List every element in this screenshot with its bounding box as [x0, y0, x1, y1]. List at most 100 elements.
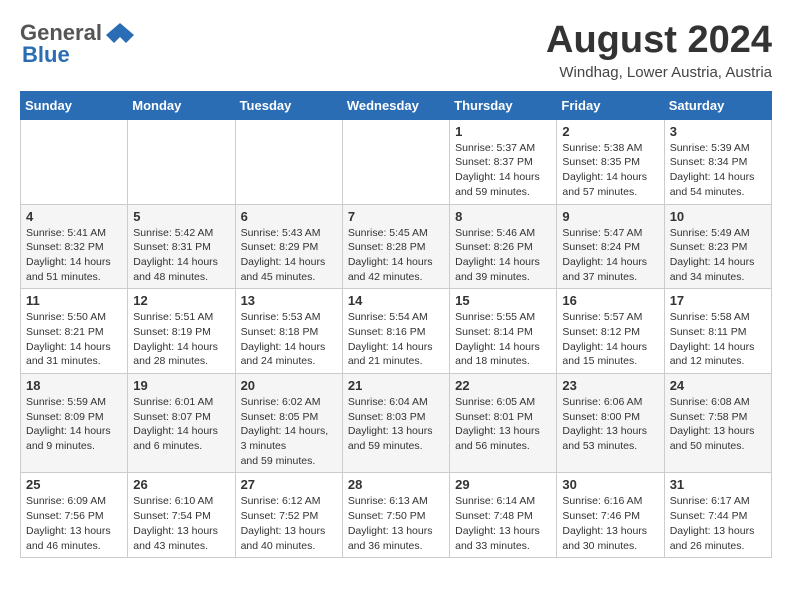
day-number: 12 [133, 293, 229, 308]
calendar-cell: 6 Sunrise: 5:43 AMSunset: 8:29 PMDaylight… [235, 204, 342, 289]
cell-content: Sunrise: 5:42 AMSunset: 8:31 PMDaylight:… [133, 226, 229, 285]
day-number: 14 [348, 293, 444, 308]
calendar-cell: 30 Sunrise: 6:16 AMSunset: 7:46 PMDayligh… [557, 473, 664, 558]
calendar-week-row: 18 Sunrise: 5:59 AMSunset: 8:09 PMDayligh… [21, 374, 772, 473]
day-number: 23 [562, 378, 658, 393]
day-number: 6 [241, 209, 337, 224]
calendar-cell: 29Sunrise: 6:14 AMSunset: 7:48 PMDayligh… [450, 473, 557, 558]
cell-content: Sunrise: 6:10 AMSunset: 7:54 PMDaylight:… [133, 494, 229, 553]
logo: General Blue [20, 20, 134, 68]
day-number: 2 [562, 124, 658, 139]
day-number: 19 [133, 378, 229, 393]
calendar-cell: 19 Sunrise: 6:01 AMSunset: 8:07 PMDayligh… [128, 374, 235, 473]
cell-content: Sunrise: 5:50 AMSunset: 8:21 PMDaylight:… [26, 310, 122, 369]
day-number: 1 [455, 124, 551, 139]
calendar-week-row: 25 Sunrise: 6:09 AMSunset: 7:56 PMDayligh… [21, 473, 772, 558]
calendar-cell: 28 Sunrise: 6:13 AMSunset: 7:50 PMDayligh… [342, 473, 449, 558]
day-number: 25 [26, 477, 122, 492]
cell-content: Sunrise: 5:37 AMSunset: 8:37 PMDaylight:… [455, 141, 551, 200]
calendar-cell: 25 Sunrise: 6:09 AMSunset: 7:56 PMDayligh… [21, 473, 128, 558]
cell-content: Sunrise: 5:58 AMSunset: 8:11 PMDaylight:… [670, 310, 766, 369]
calendar-cell: 3 Sunrise: 5:39 AMSunset: 8:34 PMDaylight… [664, 119, 771, 204]
day-of-week-header: Monday [128, 91, 235, 119]
logo-blue-text: Blue [22, 42, 70, 68]
calendar-cell: 27Sunrise: 6:12 AMSunset: 7:52 PMDayligh… [235, 473, 342, 558]
calendar-cell: 10Sunrise: 5:49 AMSunset: 8:23 PMDayligh… [664, 204, 771, 289]
calendar-cell: 20 Sunrise: 6:02 AMSunset: 8:05 PMDayligh… [235, 374, 342, 473]
calendar-cell: 21 Sunrise: 6:04 AMSunset: 8:03 PMDayligh… [342, 374, 449, 473]
location-subtitle: Windhag, Lower Austria, Austria [546, 64, 772, 81]
day-number: 8 [455, 209, 551, 224]
cell-content: Sunrise: 5:46 AMSunset: 8:26 PMDaylight:… [455, 226, 551, 285]
day-number: 11 [26, 293, 122, 308]
cell-content: Sunrise: 5:39 AMSunset: 8:34 PMDaylight:… [670, 141, 766, 200]
day-number: 9 [562, 209, 658, 224]
cell-content: Sunrise: 6:02 AMSunset: 8:05 PMDaylight:… [241, 395, 337, 468]
cell-content: Sunrise: 5:47 AMSunset: 8:24 PMDaylight:… [562, 226, 658, 285]
calendar-cell: 16Sunrise: 5:57 AMSunset: 8:12 PMDayligh… [557, 289, 664, 374]
cell-content: Sunrise: 5:45 AMSunset: 8:28 PMDaylight:… [348, 226, 444, 285]
day-number: 22 [455, 378, 551, 393]
calendar-cell: 17 Sunrise: 5:58 AMSunset: 8:11 PMDayligh… [664, 289, 771, 374]
day-number: 20 [241, 378, 337, 393]
day-number: 18 [26, 378, 122, 393]
calendar-cell: 22 Sunrise: 6:05 AMSunset: 8:01 PMDayligh… [450, 374, 557, 473]
calendar-cell: 18 Sunrise: 5:59 AMSunset: 8:09 PMDayligh… [21, 374, 128, 473]
calendar-cell: 31Sunrise: 6:17 AMSunset: 7:44 PMDayligh… [664, 473, 771, 558]
cell-content: Sunrise: 5:59 AMSunset: 8:09 PMDaylight:… [26, 395, 122, 454]
cell-content: Sunrise: 5:41 AMSunset: 8:32 PMDaylight:… [26, 226, 122, 285]
calendar-cell: 2 Sunrise: 5:38 AMSunset: 8:35 PMDaylight… [557, 119, 664, 204]
cell-content: Sunrise: 5:38 AMSunset: 8:35 PMDaylight:… [562, 141, 658, 200]
cell-content: Sunrise: 5:43 AMSunset: 8:29 PMDaylight:… [241, 226, 337, 285]
cell-content: Sunrise: 6:17 AMSunset: 7:44 PMDaylight:… [670, 494, 766, 553]
calendar-cell [128, 119, 235, 204]
calendar-cell: 9 Sunrise: 5:47 AMSunset: 8:24 PMDaylight… [557, 204, 664, 289]
calendar-cell: 13Sunrise: 5:53 AMSunset: 8:18 PMDayligh… [235, 289, 342, 374]
calendar-cell: 24Sunrise: 6:08 AMSunset: 7:58 PMDayligh… [664, 374, 771, 473]
day-number: 30 [562, 477, 658, 492]
cell-content: Sunrise: 6:04 AMSunset: 8:03 PMDaylight:… [348, 395, 444, 454]
day-number: 3 [670, 124, 766, 139]
day-of-week-header: Wednesday [342, 91, 449, 119]
cell-content: Sunrise: 6:16 AMSunset: 7:46 PMDaylight:… [562, 494, 658, 553]
day-number: 26 [133, 477, 229, 492]
calendar-week-row: 1 Sunrise: 5:37 AMSunset: 8:37 PMDaylight… [21, 119, 772, 204]
calendar-cell: 1 Sunrise: 5:37 AMSunset: 8:37 PMDaylight… [450, 119, 557, 204]
day-of-week-header: Tuesday [235, 91, 342, 119]
cell-content: Sunrise: 6:06 AMSunset: 8:00 PMDaylight:… [562, 395, 658, 454]
day-of-week-header: Thursday [450, 91, 557, 119]
day-number: 21 [348, 378, 444, 393]
day-number: 17 [670, 293, 766, 308]
calendar-cell [235, 119, 342, 204]
calendar-week-row: 4 Sunrise: 5:41 AMSunset: 8:32 PMDaylight… [21, 204, 772, 289]
cell-content: Sunrise: 5:51 AMSunset: 8:19 PMDaylight:… [133, 310, 229, 369]
cell-content: Sunrise: 5:55 AMSunset: 8:14 PMDaylight:… [455, 310, 551, 369]
calendar-cell: 15Sunrise: 5:55 AMSunset: 8:14 PMDayligh… [450, 289, 557, 374]
page-header: General Blue August 2024 Windhag, Lower … [20, 20, 772, 81]
calendar-cell: 11 Sunrise: 5:50 AMSunset: 8:21 PMDayligh… [21, 289, 128, 374]
cell-content: Sunrise: 6:13 AMSunset: 7:50 PMDaylight:… [348, 494, 444, 553]
calendar-week-row: 11 Sunrise: 5:50 AMSunset: 8:21 PMDayligh… [21, 289, 772, 374]
calendar-table: SundayMondayTuesdayWednesdayThursdayFrid… [20, 91, 772, 558]
cell-content: Sunrise: 5:54 AMSunset: 8:16 PMDaylight:… [348, 310, 444, 369]
day-number: 24 [670, 378, 766, 393]
day-number: 16 [562, 293, 658, 308]
day-of-week-header: Friday [557, 91, 664, 119]
cell-content: Sunrise: 6:05 AMSunset: 8:01 PMDaylight:… [455, 395, 551, 454]
cell-content: Sunrise: 6:01 AMSunset: 8:07 PMDaylight:… [133, 395, 229, 454]
cell-content: Sunrise: 5:49 AMSunset: 8:23 PMDaylight:… [670, 226, 766, 285]
day-number: 4 [26, 209, 122, 224]
day-number: 27 [241, 477, 337, 492]
day-number: 28 [348, 477, 444, 492]
cell-content: Sunrise: 6:09 AMSunset: 7:56 PMDaylight:… [26, 494, 122, 553]
month-year-title: August 2024 [546, 20, 772, 62]
calendar-cell: 8 Sunrise: 5:46 AMSunset: 8:26 PMDaylight… [450, 204, 557, 289]
day-number: 5 [133, 209, 229, 224]
calendar-header-row: SundayMondayTuesdayWednesdayThursdayFrid… [21, 91, 772, 119]
logo-icon [106, 23, 134, 43]
day-number: 7 [348, 209, 444, 224]
calendar-cell [342, 119, 449, 204]
calendar-cell: 26 Sunrise: 6:10 AMSunset: 7:54 PMDayligh… [128, 473, 235, 558]
day-number: 13 [241, 293, 337, 308]
calendar-cell [21, 119, 128, 204]
